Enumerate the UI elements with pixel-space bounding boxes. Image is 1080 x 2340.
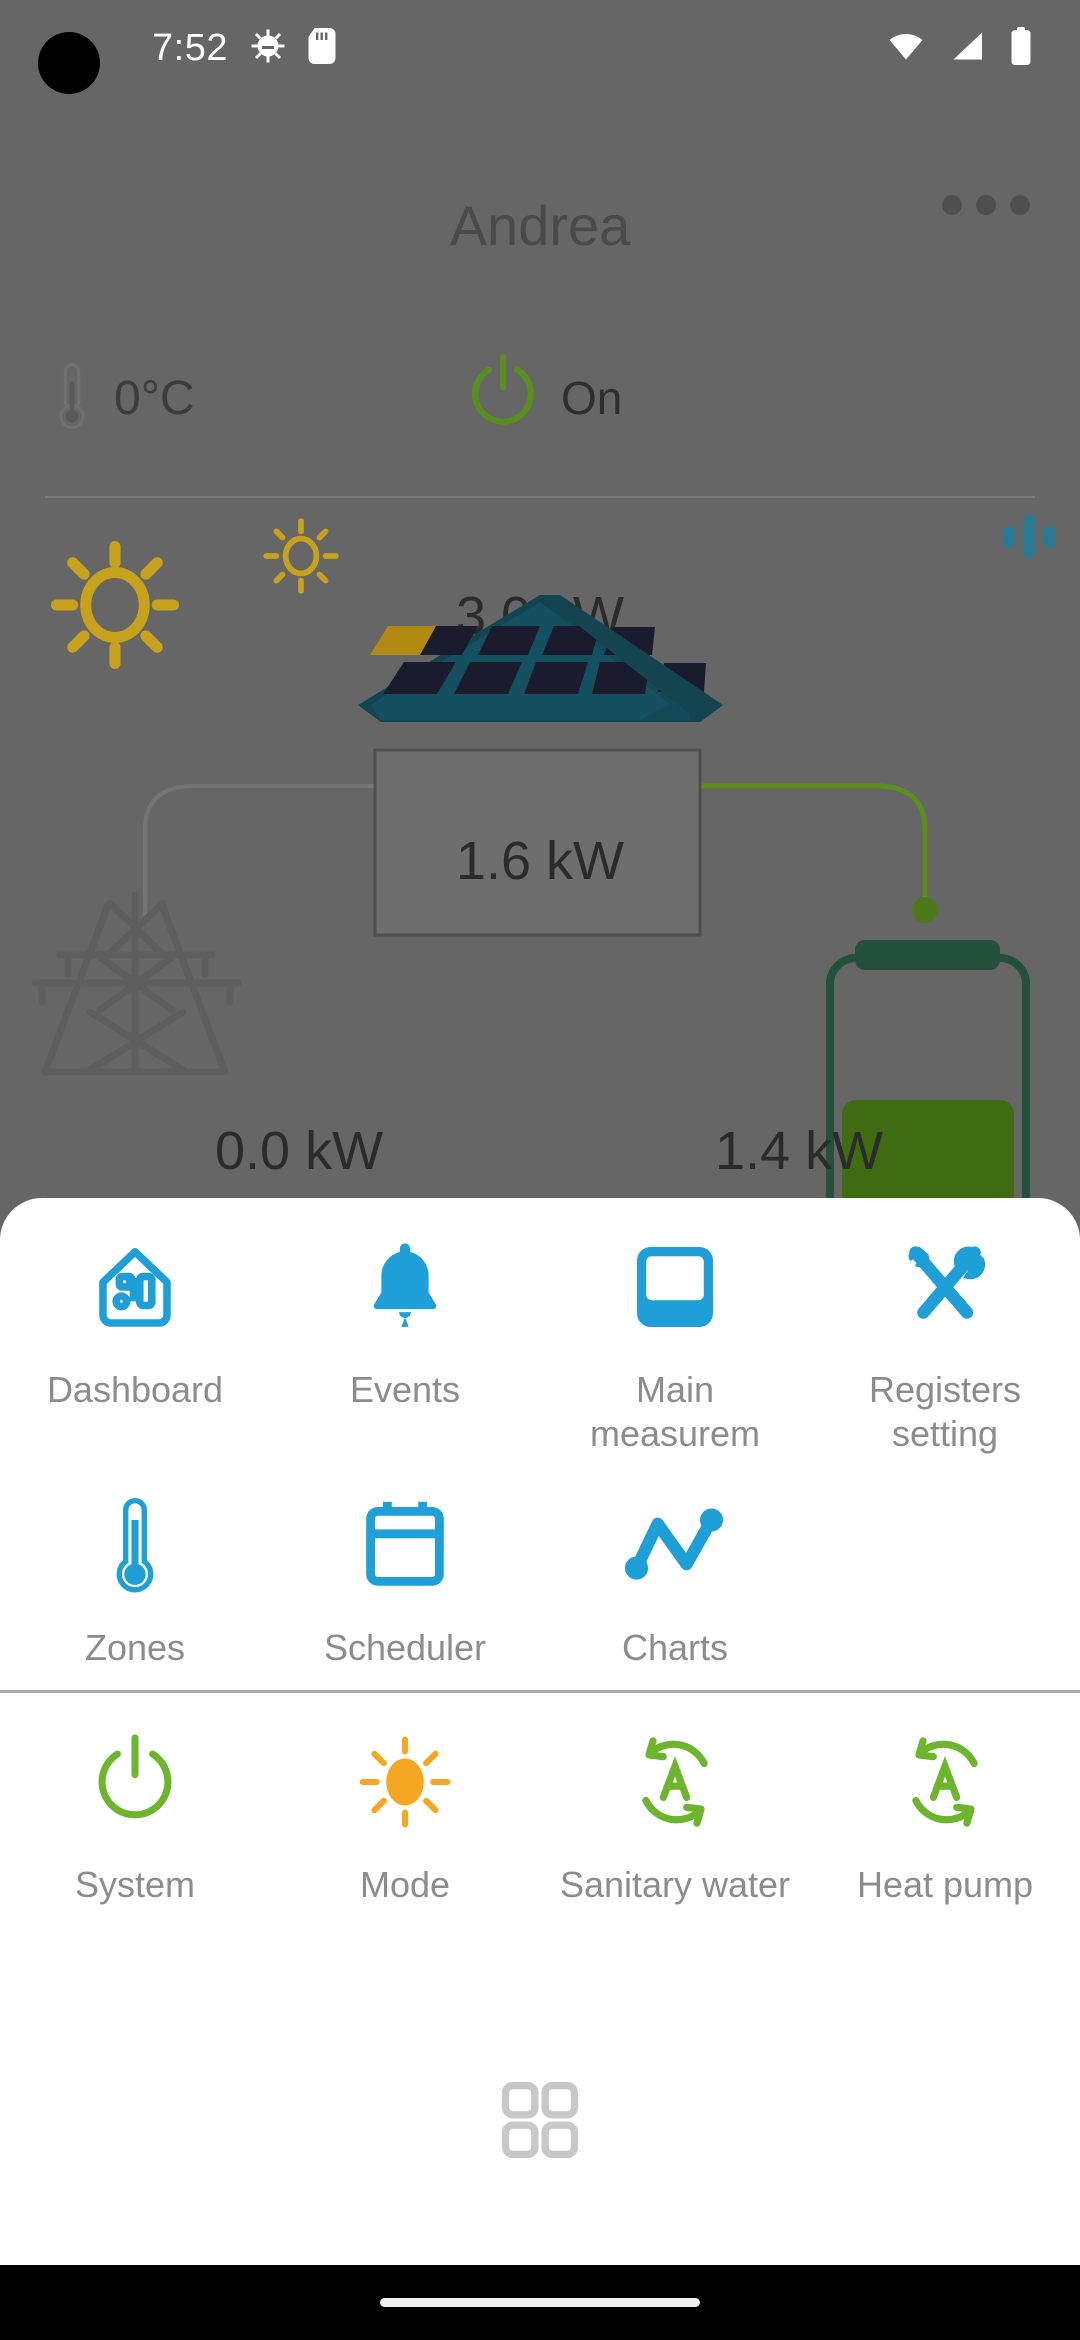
power-icon [89,1727,181,1837]
thermometer-icon [52,360,92,437]
menu-item-registers-setting[interactable]: Registers setting [810,1198,1080,1456]
system-power-status[interactable]: On [465,350,622,445]
page-title: Andrea [449,193,631,257]
status-row: 0°C On [0,350,1080,460]
menu-item-label: Heat pump [856,1864,1034,1905]
menu-cell-empty [810,1456,1080,1670]
tools-icon [897,1232,993,1342]
menu-item-scheduler[interactable]: Scheduler [270,1456,540,1670]
line-chart-icon [625,1490,725,1600]
phone-screen: 7:52 Andrea 0°C On 1.6 kW 0.0 kW 1.4 kW … [0,0,1080,2340]
auto-mode-icon [627,1727,723,1837]
menu-item-label: Events [349,1369,461,1410]
menu-item-label: Registers setting [868,1369,1022,1454]
android-nav-bar [0,2265,1080,2340]
menu-item-label: Scheduler [323,1627,487,1668]
menu-item-label: Zones [84,1627,186,1668]
menu-row-3: System Mode Sanitary water Heat pump [0,1693,1080,1907]
power-state-label: On [561,371,623,424]
device-measure-icon [631,1232,719,1342]
section-divider [45,496,1035,498]
battery-power-value: 1.4 kW [715,1121,884,1181]
grid-apps-icon[interactable] [496,2076,584,2169]
wifi-icon [886,28,926,69]
sd-card-icon [308,27,336,69]
menu-item-label: Sanitary water [559,1864,791,1905]
sheet-nav [0,2076,1080,2169]
temperature-value: 0°C [114,372,195,425]
menu-item-system[interactable]: System [0,1693,270,1907]
auto-mode-icon [897,1727,993,1837]
outside-temperature: 0°C [52,360,195,437]
thermometer-icon [100,1490,170,1600]
overflow-menu-icon[interactable] [942,195,1030,215]
menu-item-label: Dashboard [46,1369,224,1410]
sun-icon [358,1727,452,1837]
menu-item-charts[interactable]: Charts [540,1456,810,1670]
menu-item-heat-pump[interactable]: Heat pump [810,1693,1080,1907]
menu-item-main-measurem[interactable]: Main measurem [540,1198,810,1456]
menu-item-mode[interactable]: Mode [270,1693,540,1907]
menu-item-label: Main measurem [589,1369,761,1454]
menu-item-sanitary-water[interactable]: Sanitary water [540,1693,810,1907]
house-power-value: 1.6 kW [455,831,625,891]
menu-item-dashboard[interactable]: Dashboard [0,1198,270,1456]
menu-item-zones[interactable]: Zones [0,1456,270,1670]
energy-flow-panel: 3.0 kW [0,500,1080,1200]
menu-item-label: Charts [621,1627,729,1668]
bell-icon [360,1232,450,1342]
nav-gesture-pill[interactable] [380,2298,700,2307]
menu-row-1: Dashboard Events Main measurem Registers… [0,1198,1080,1456]
menu-item-label: Mode [359,1864,451,1905]
calendar-icon [361,1490,449,1600]
battery-icon [1008,26,1034,70]
status-bar-right [886,26,1080,70]
bottom-sheet-menu: Dashboard Events Main measurem Registers… [0,1198,1080,2265]
cellular-signal-icon [948,28,986,69]
home-assistant-icon [87,1232,183,1342]
app-header: Andrea [0,170,1080,280]
status-bar-clock: 7:52 [152,26,228,69]
power-icon [465,350,541,445]
android-debug-icon [250,28,286,69]
camera-punch-hole [38,32,100,94]
grid-power-value: 0.0 kW [215,1121,384,1181]
menu-row-2: Zones Scheduler Charts [0,1456,1080,1670]
menu-item-events[interactable]: Events [270,1198,540,1456]
menu-item-label: System [74,1864,196,1905]
status-bar: 7:52 [0,0,1080,96]
